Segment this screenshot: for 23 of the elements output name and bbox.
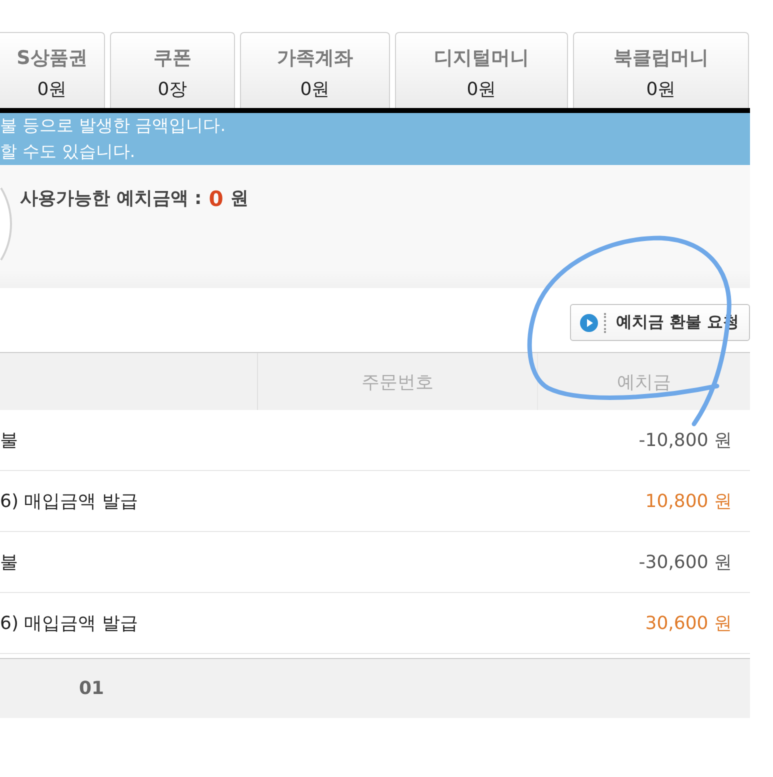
table-cell-text: -10,800 원 [638, 429, 733, 453]
tab[interactable]: 쿠폰 0장 [110, 32, 235, 108]
table-cell-text: 불 [0, 429, 19, 453]
tab[interactable]: S상품권 0원 [0, 32, 105, 108]
tab[interactable]: 디지털머니 0원 [395, 32, 568, 108]
column-header: 예치금 [616, 370, 672, 394]
column-header: 주문번호 [258, 353, 538, 410]
balance-unit: 원 [230, 187, 248, 211]
balance-amount: 0 [208, 187, 224, 211]
notice-text: 불 등으로 발생한 금액입니다. [0, 115, 227, 138]
table-cell-text: 30,600 원 [644, 612, 733, 636]
play-icon [580, 314, 598, 332]
tab[interactable]: 가족계좌 0원 [240, 32, 390, 108]
table-cell-text: 6) 매입금액 발급 [0, 490, 139, 514]
table-cell-text: 6) 매입금액 발급 [0, 612, 139, 636]
balance-label: 사용가능한 예치금액 : [20, 187, 202, 211]
circle-icon [0, 187, 13, 261]
table-cell-text: 10,800 원 [644, 490, 733, 514]
table-cell-text: -30,600 원 [638, 551, 733, 575]
table-cell-text: 불 [0, 551, 19, 575]
page-link[interactable]: 01 [79, 678, 104, 699]
tab[interactable]: 북클럽머니 0원 [573, 32, 749, 108]
notice-text: 할 수도 있습니다. [0, 141, 136, 164]
